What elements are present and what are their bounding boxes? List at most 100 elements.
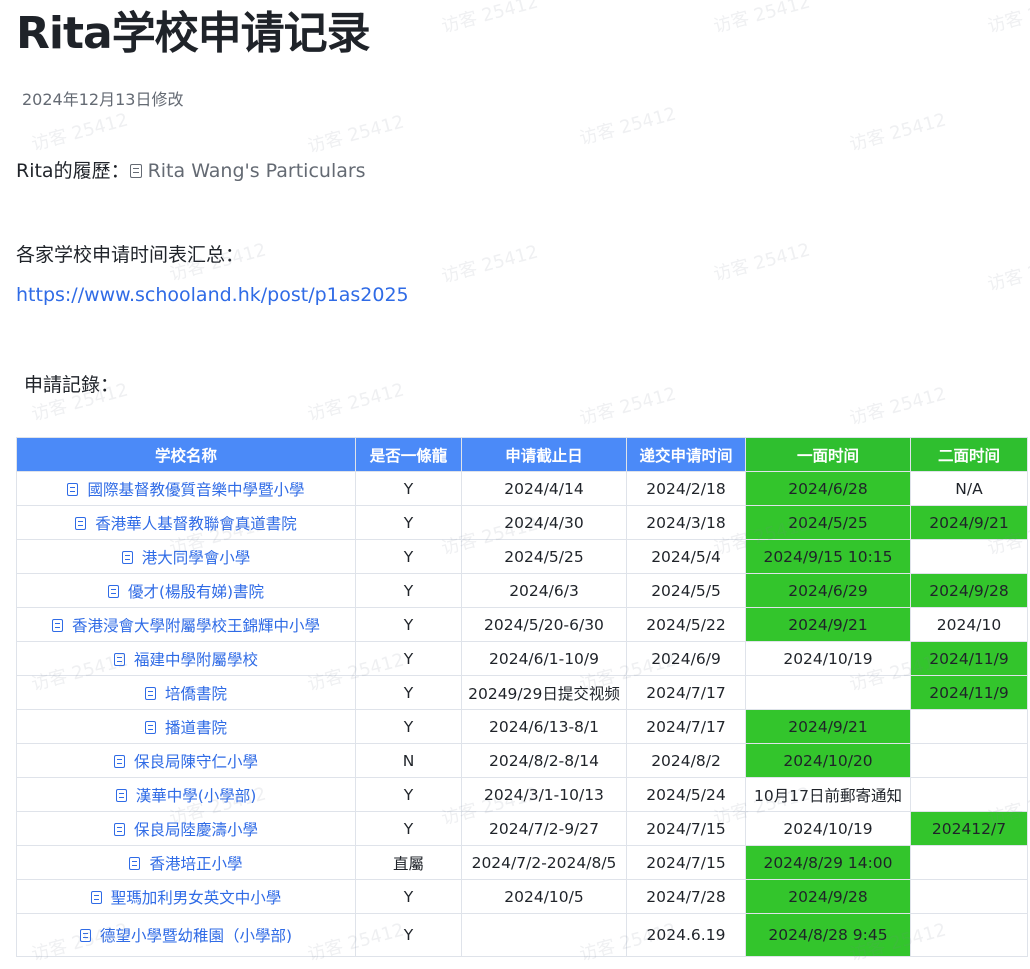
interview-1-cell	[745, 675, 911, 710]
school-doc-link[interactable]: 培僑書院	[16, 675, 356, 710]
submitted-cell: 2024/5/4	[626, 539, 746, 574]
through-train-cell: Y	[355, 641, 462, 676]
school-doc-link[interactable]: 漢華中學(小學部)	[16, 777, 356, 812]
interview-2-cell	[910, 777, 1028, 812]
watermark-text: 访客 25412	[577, 103, 679, 150]
interview-1-cell: 2024/8/28 9:45	[745, 913, 911, 957]
schedule-url-link[interactable]: https://www.schooland.hk/post/p1as2025	[16, 284, 409, 306]
interview-2-cell	[910, 743, 1028, 778]
school-doc-link[interactable]: 保良局陸慶濤小學	[16, 811, 356, 846]
school-doc-link[interactable]: 播道書院	[16, 709, 356, 744]
school-doc-link[interactable]: 聖瑪加利男女英文中小學	[16, 879, 356, 914]
interview-2-cell	[910, 709, 1028, 744]
table-row: 培僑書院 Y 20249/29日提交视频 2024/7/17 2024/11/9	[16, 675, 1028, 710]
watermark-text: 访客 25412	[305, 111, 407, 158]
school-doc-link[interactable]: 港大同學會小學	[16, 539, 356, 574]
school-doc-link[interactable]: 香港華人基督教聯會真道書院	[16, 505, 356, 540]
deadline-cell: 2024/5/20-6/30	[461, 607, 627, 642]
header-interview-1: 一面时间	[745, 437, 911, 472]
school-name: 培僑書院	[164, 684, 227, 703]
school-name: 優才(楊殷有娣)書院	[127, 582, 265, 601]
page-title: Rita学校申请记录	[16, 8, 371, 59]
through-train-cell: Y	[355, 607, 462, 642]
document-icon	[115, 788, 127, 802]
deadline-cell: 2024/6/3	[461, 573, 627, 608]
school-name: 港大同學會小學	[141, 548, 251, 567]
deadline-cell: 2024/7/2-9/27	[461, 811, 627, 846]
document-icon	[129, 856, 141, 870]
header-submitted: 递交申请时间	[626, 437, 746, 472]
resume-line: Rita的履歷： Rita Wang's Particulars	[16, 156, 366, 183]
table-row: 保良局陳守仁小學 N 2024/8/2-8/14 2024/8/2 2024/10/20	[16, 743, 1028, 778]
deadline-cell: 2024/5/25	[461, 539, 627, 574]
resume-label: Rita的履歷：	[16, 160, 130, 182]
submitted-cell: 2024/7/17	[626, 709, 746, 744]
through-train-cell: Y	[355, 879, 462, 914]
resume-doc-link[interactable]: Rita Wang's Particulars	[129, 160, 366, 182]
deadline-cell: 20249/29日提交视频	[461, 675, 627, 710]
table-row: 福建中學附屬學校 Y 2024/6/1-10/9 2024/6/9 2024/10/19…	[16, 641, 1028, 676]
school-name: 香港浸會大學附屬學校王錦輝中小學	[71, 616, 320, 635]
table-row: 播道書院 Y 2024/6/13-8/1 2024/7/17 2024/9/21	[16, 709, 1028, 744]
through-train-cell: Y	[355, 539, 462, 574]
table-row: 香港華人基督教聯會真道書院 Y 2024/4/30 2024/3/18 2024/5/2…	[16, 505, 1028, 540]
through-train-cell: Y	[355, 573, 462, 608]
table-row: 德望小學暨幼稚園（小學部) Y 2024.6.19 2024/8/28 9:45	[16, 913, 1028, 957]
through-train-cell: N	[355, 743, 462, 778]
school-doc-link[interactable]: 香港培正小學	[16, 845, 356, 880]
interview-2-cell	[910, 845, 1028, 880]
table-row: 香港浸會大學附屬學校王錦輝中小學 Y 2024/5/20-6/30 2024/5/22…	[16, 607, 1028, 642]
interview-1-cell: 2024/6/29	[745, 573, 911, 608]
through-train-cell: Y	[355, 777, 462, 812]
interview-1-cell: 2024/10/19	[745, 811, 911, 846]
document-icon	[121, 550, 133, 564]
interview-2-cell: 202412/7	[910, 811, 1028, 846]
interview-1-cell: 10月17日前郵寄通知	[745, 777, 911, 812]
through-train-cell: 直屬	[355, 845, 462, 880]
document-icon	[144, 720, 156, 734]
watermark-text: 访客 25412	[29, 109, 131, 156]
through-train-cell: Y	[355, 709, 462, 744]
interview-2-cell: 2024/11/9	[910, 641, 1028, 676]
interview-1-cell: 2024/9/21	[745, 607, 911, 642]
school-doc-link[interactable]: 福建中學附屬學校	[16, 641, 356, 676]
school-name: 德望小學暨幼稚園（小學部)	[99, 927, 293, 945]
school-doc-link[interactable]: 優才(楊殷有娣)書院	[16, 573, 356, 608]
table-row: 香港培正小學 直屬 2024/7/2-2024/8/5 2024/7/15 2024/8…	[16, 845, 1028, 880]
table-row: 漢華中學(小學部) Y 2024/3/1-10/13 2024/5/24 10月17日前…	[16, 777, 1028, 812]
interview-1-cell: 2024/10/19	[745, 641, 911, 676]
school-doc-link[interactable]: 國際基督教優質音樂中學暨小學	[16, 471, 356, 506]
table-row: 優才(楊殷有娣)書院 Y 2024/6/3 2024/5/5 2024/6/29 2024…	[16, 573, 1028, 608]
modified-date: 2024年12月13日修改	[22, 90, 184, 109]
interview-1-cell: 2024/9/21	[745, 709, 911, 744]
interview-2-cell: 2024/10	[910, 607, 1028, 642]
header-deadline: 申请截止日	[461, 437, 627, 472]
school-name: 香港華人基督教聯會真道書院	[95, 514, 297, 533]
interview-2-cell: 2024/9/21	[910, 505, 1028, 540]
interview-1-cell: 2024/8/29 14:00	[745, 845, 911, 880]
table-header-row: 学校名称 是否一條龍 申请截止日 递交申请时间 一面时间 二面时间	[16, 437, 1028, 472]
submitted-cell: 2024/8/2	[626, 743, 746, 778]
watermark-text: 访客 25412	[847, 109, 949, 156]
watermark-text: 访客 25412	[985, 0, 1030, 38]
submitted-cell: 2024/7/15	[626, 811, 746, 846]
deadline-cell: 2024/6/13-8/1	[461, 709, 627, 744]
resume-doc-link-text: Rita Wang's Particulars	[147, 160, 366, 182]
submitted-cell: 2024/7/17	[626, 675, 746, 710]
document-icon	[144, 686, 156, 700]
table-row: 國際基督教優質音樂中學暨小學 Y 2024/4/14 2024/2/18 2024/6/…	[16, 471, 1028, 506]
document-icon	[113, 652, 125, 666]
interview-2-cell	[910, 539, 1028, 574]
school-doc-link[interactable]: 香港浸會大學附屬學校王錦輝中小學	[16, 607, 356, 642]
watermark-text: 访客 25412	[577, 383, 679, 430]
header-through-train: 是否一條龍	[355, 437, 462, 472]
summary-label: 各家学校申请时间表汇总：	[16, 244, 245, 266]
school-name: 福建中學附屬學校	[133, 650, 258, 669]
school-doc-link[interactable]: 保良局陳守仁小學	[16, 743, 356, 778]
document-icon	[107, 584, 119, 598]
school-doc-link[interactable]: 德望小學暨幼稚園（小學部)	[16, 913, 356, 957]
submitted-cell: 2024/5/5	[626, 573, 746, 608]
deadline-cell: 2024/3/1-10/13	[461, 777, 627, 812]
school-name: 國際基督教優質音樂中學暨小學	[87, 480, 305, 499]
document-icon	[79, 929, 91, 942]
